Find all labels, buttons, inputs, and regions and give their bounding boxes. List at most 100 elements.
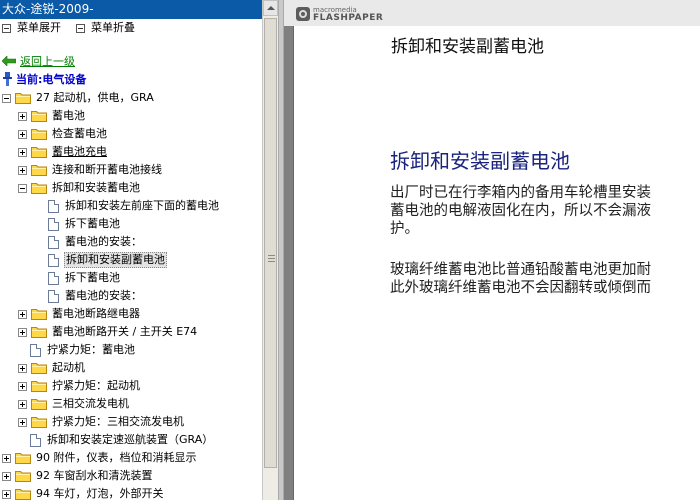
tree-item-label: 拆卸和安装定速巡航装置（GRA） (47, 433, 214, 446)
expand-plus-icon[interactable] (18, 165, 27, 175)
tree-scrollbar[interactable] (262, 0, 278, 500)
menu-bar: 菜单展开 菜单折叠 (0, 19, 262, 37)
folder-icon (31, 308, 47, 320)
expand-plus-icon[interactable] (2, 453, 11, 463)
folder-open-icon (31, 182, 47, 194)
document-icon (48, 235, 59, 249)
tree-item-label: 拧紧力矩：起动机 (52, 379, 140, 392)
tree-item-label: 蓄电池的安装： (65, 235, 142, 248)
menu-collapse-button[interactable]: 菜单折叠 (76, 19, 135, 37)
current-location: 当前:电气设备 (2, 71, 86, 87)
tree-folder-item[interactable]: 27 起动机，供电，GRA (2, 89, 155, 107)
tree-item-label: 拧紧力矩：蓄电池 (47, 343, 135, 356)
tree-item-label: 拆卸和安装左前座下面的蓄电池 (65, 199, 219, 212)
tree-item-label: 检查蓄电池 (52, 127, 107, 140)
expand-plus-icon[interactable] (2, 471, 11, 481)
tree-folder-item[interactable]: 检查蓄电池 (18, 125, 108, 143)
document-icon (48, 199, 59, 213)
tree-item-label: 94 车灯，灯泡，外部开关 (36, 487, 164, 500)
tree-folder-item[interactable]: 蓄电池充电 (18, 143, 108, 161)
tree-item-label: 拆卸和安装蓄电池 (52, 181, 140, 194)
folder-icon (31, 416, 47, 428)
scroll-thumb[interactable] (264, 18, 277, 468)
folder-icon (31, 110, 47, 122)
tree-item-label: 拆下蓄电池 (65, 271, 120, 284)
folder-icon (15, 488, 31, 500)
paragraph-1-line-3: 护。 (390, 221, 419, 237)
expand-plus-icon[interactable] (18, 327, 27, 337)
document-icon (48, 253, 59, 267)
tree-item-label: 蓄电池的安装： (65, 289, 142, 302)
tree-item-label: 蓄电池断路开关 / 主开关 E74 (52, 325, 198, 338)
collapse-minus-icon[interactable] (2, 93, 11, 103)
tree-item-label: 92 车窗刮水和清洗装置 (36, 469, 153, 482)
back-link-label: 返回上一级 (20, 55, 75, 68)
folder-icon (31, 398, 47, 410)
tree-item-label: 连接和断开蓄电池接线 (52, 163, 162, 176)
tree-item-label: 蓄电池 (52, 109, 85, 122)
expand-plus-icon[interactable] (18, 111, 27, 121)
expand-plus-icon[interactable] (18, 309, 27, 319)
current-location-label: 当前:电气设备 (16, 73, 87, 86)
tree-folder-item[interactable]: 起动机 (18, 359, 86, 377)
tree-folder-item[interactable]: 拧紧力矩：起动机 (18, 377, 141, 395)
collapse-minus-icon[interactable] (18, 183, 27, 193)
tree-document-item[interactable]: 拆下蓄电池 (48, 215, 121, 233)
expand-plus-icon[interactable] (18, 147, 27, 157)
expand-plus-icon[interactable] (18, 363, 27, 373)
window-title: 大众-途锐-2009- (0, 0, 262, 19)
tree-document-item[interactable]: 蓄电池的安装： (48, 287, 143, 305)
tree-item-label: 三相交流发电机 (52, 397, 129, 410)
tree-folder-item[interactable]: 连接和断开蓄电池接线 (18, 161, 163, 179)
tree-folder-item[interactable]: 90 附件，仪表，档位和消耗显示 (2, 449, 198, 467)
tree-folder-item[interactable]: 94 车灯，灯泡，外部开关 (2, 485, 165, 500)
folder-icon (15, 452, 31, 464)
tree-document-item[interactable]: 拆卸和安装副蓄电池 (48, 251, 167, 269)
tree-document-item[interactable]: 拆卸和安装定速巡航装置（GRA） (30, 431, 214, 449)
paragraph-2-line-1: 玻璃纤维蓄电池比普通铅酸蓄电池更加耐 (390, 262, 651, 278)
tree-folder-item[interactable]: 92 车窗刮水和清洗装置 (2, 467, 154, 485)
menu-expand-label: 菜单展开 (17, 21, 61, 34)
tree-folder-item[interactable]: 三相交流发电机 (18, 395, 130, 413)
scroll-grip-icon (268, 255, 275, 263)
logo-product: FLASHPAPER (313, 13, 384, 23)
panel-splitter[interactable] (278, 0, 284, 500)
tree-item-label: 蓄电池充电 (52, 145, 107, 158)
folder-icon (31, 326, 47, 338)
tree-folder-item[interactable]: 蓄电池断路开关 / 主开关 E74 (18, 323, 198, 341)
document-icon (30, 343, 41, 357)
folder-open-icon (15, 92, 31, 104)
document-icon (48, 289, 59, 303)
expand-plus-icon[interactable] (18, 399, 27, 409)
tree-folder-item[interactable]: 拧紧力矩：三相交流发电机 (18, 413, 185, 431)
scroll-up-arrow-icon[interactable] (263, 0, 278, 16)
folder-icon (31, 362, 47, 374)
tree-folder-item[interactable]: 拆卸和安装蓄电池 (18, 179, 141, 197)
folder-icon (31, 380, 47, 392)
expand-menu-icon (2, 23, 11, 33)
tree-item-label: 起动机 (52, 361, 85, 374)
expand-plus-icon[interactable] (2, 489, 11, 499)
tree-document-item[interactable]: 拧紧力矩：蓄电池 (30, 341, 136, 359)
flash-logo-icon (296, 7, 310, 21)
navigation-panel: 大众-途锐-2009- 菜单展开 菜单折叠 返回上一级 当前:电气设备 27 起… (0, 0, 262, 500)
tree-folder-item[interactable]: 蓄电池断路继电器 (18, 305, 141, 323)
menu-expand-button[interactable]: 菜单展开 (2, 19, 61, 37)
menu-collapse-label: 菜单折叠 (91, 21, 135, 34)
paragraph-1-line-1: 出厂时已在行李箱内的备用车轮槽里安装 (390, 185, 651, 201)
tree-item-label: 90 附件，仪表，档位和消耗显示 (36, 451, 197, 464)
expand-plus-icon[interactable] (18, 129, 27, 139)
expand-plus-icon[interactable] (18, 381, 27, 391)
document-title: 拆卸和安装副蓄电池 (390, 149, 570, 173)
page-header: 拆卸和安装副蓄电池 (391, 37, 544, 57)
document-page: 拆卸和安装副蓄电池 拆卸和安装副蓄电池 出厂时已在行李箱内的备用车轮槽里安装 蓄… (293, 26, 700, 500)
expand-plus-icon[interactable] (18, 417, 27, 427)
location-pin-icon (3, 72, 12, 86)
folder-icon (31, 128, 47, 140)
back-link[interactable]: 返回上一级 (2, 53, 75, 69)
tree-document-item[interactable]: 拆卸和安装左前座下面的蓄电池 (48, 197, 220, 215)
tree-folder-item[interactable]: 蓄电池 (18, 107, 86, 125)
collapse-menu-icon (76, 23, 85, 33)
tree-document-item[interactable]: 拆下蓄电池 (48, 269, 121, 287)
tree-document-item[interactable]: 蓄电池的安装： (48, 233, 143, 251)
